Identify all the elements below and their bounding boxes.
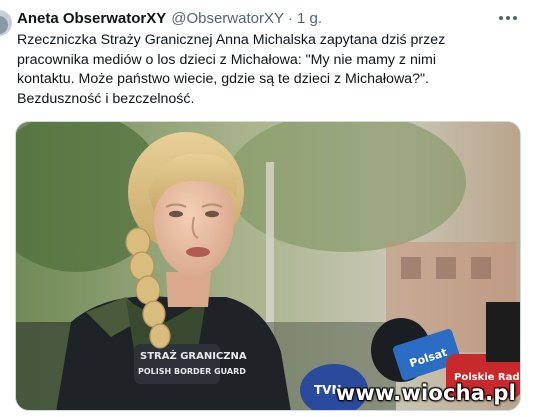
- tweet-photo[interactable]: STRAŻ GRANICZNA POLISH BORDER GUARD Pols…: [15, 121, 521, 411]
- tweet-time[interactable]: 1 g.: [297, 10, 322, 27]
- watermark: www.wiocha.pl: [335, 381, 516, 405]
- more-dots-icon[interactable]: [496, 6, 520, 30]
- photo-illustration: STRAŻ GRANICZNA POLISH BORDER GUARD Pols…: [16, 122, 520, 410]
- tweet-header: Aneta ObserwatorXY @ObserwatorXY · 1 g.: [17, 8, 520, 28]
- separator-dot: ·: [287, 9, 293, 27]
- avatar[interactable]: [0, 10, 12, 36]
- tweet-text-line: kontaktu. Może państwo wiecie, gdzie są …: [17, 71, 429, 87]
- author-handle[interactable]: @ObserwatorXY: [171, 10, 284, 27]
- tweet-text-line: Bezduszność i bezczelność.: [17, 90, 195, 107]
- patch-line: POLISH BORDER GUARD: [138, 367, 246, 376]
- tweet-text: Rzeczniczka Straży Granicznej Anna Micha…: [17, 31, 517, 109]
- author-name[interactable]: Aneta ObserwatorXY: [17, 10, 166, 27]
- patch-line: STRAŻ GRANICZNA: [140, 348, 247, 362]
- tweet-text-line: Rzeczniczka Straży Granicznej Anna Micha…: [17, 32, 446, 48]
- tweet-text-line: pracownika mediów o los dzieci z Michało…: [17, 51, 436, 68]
